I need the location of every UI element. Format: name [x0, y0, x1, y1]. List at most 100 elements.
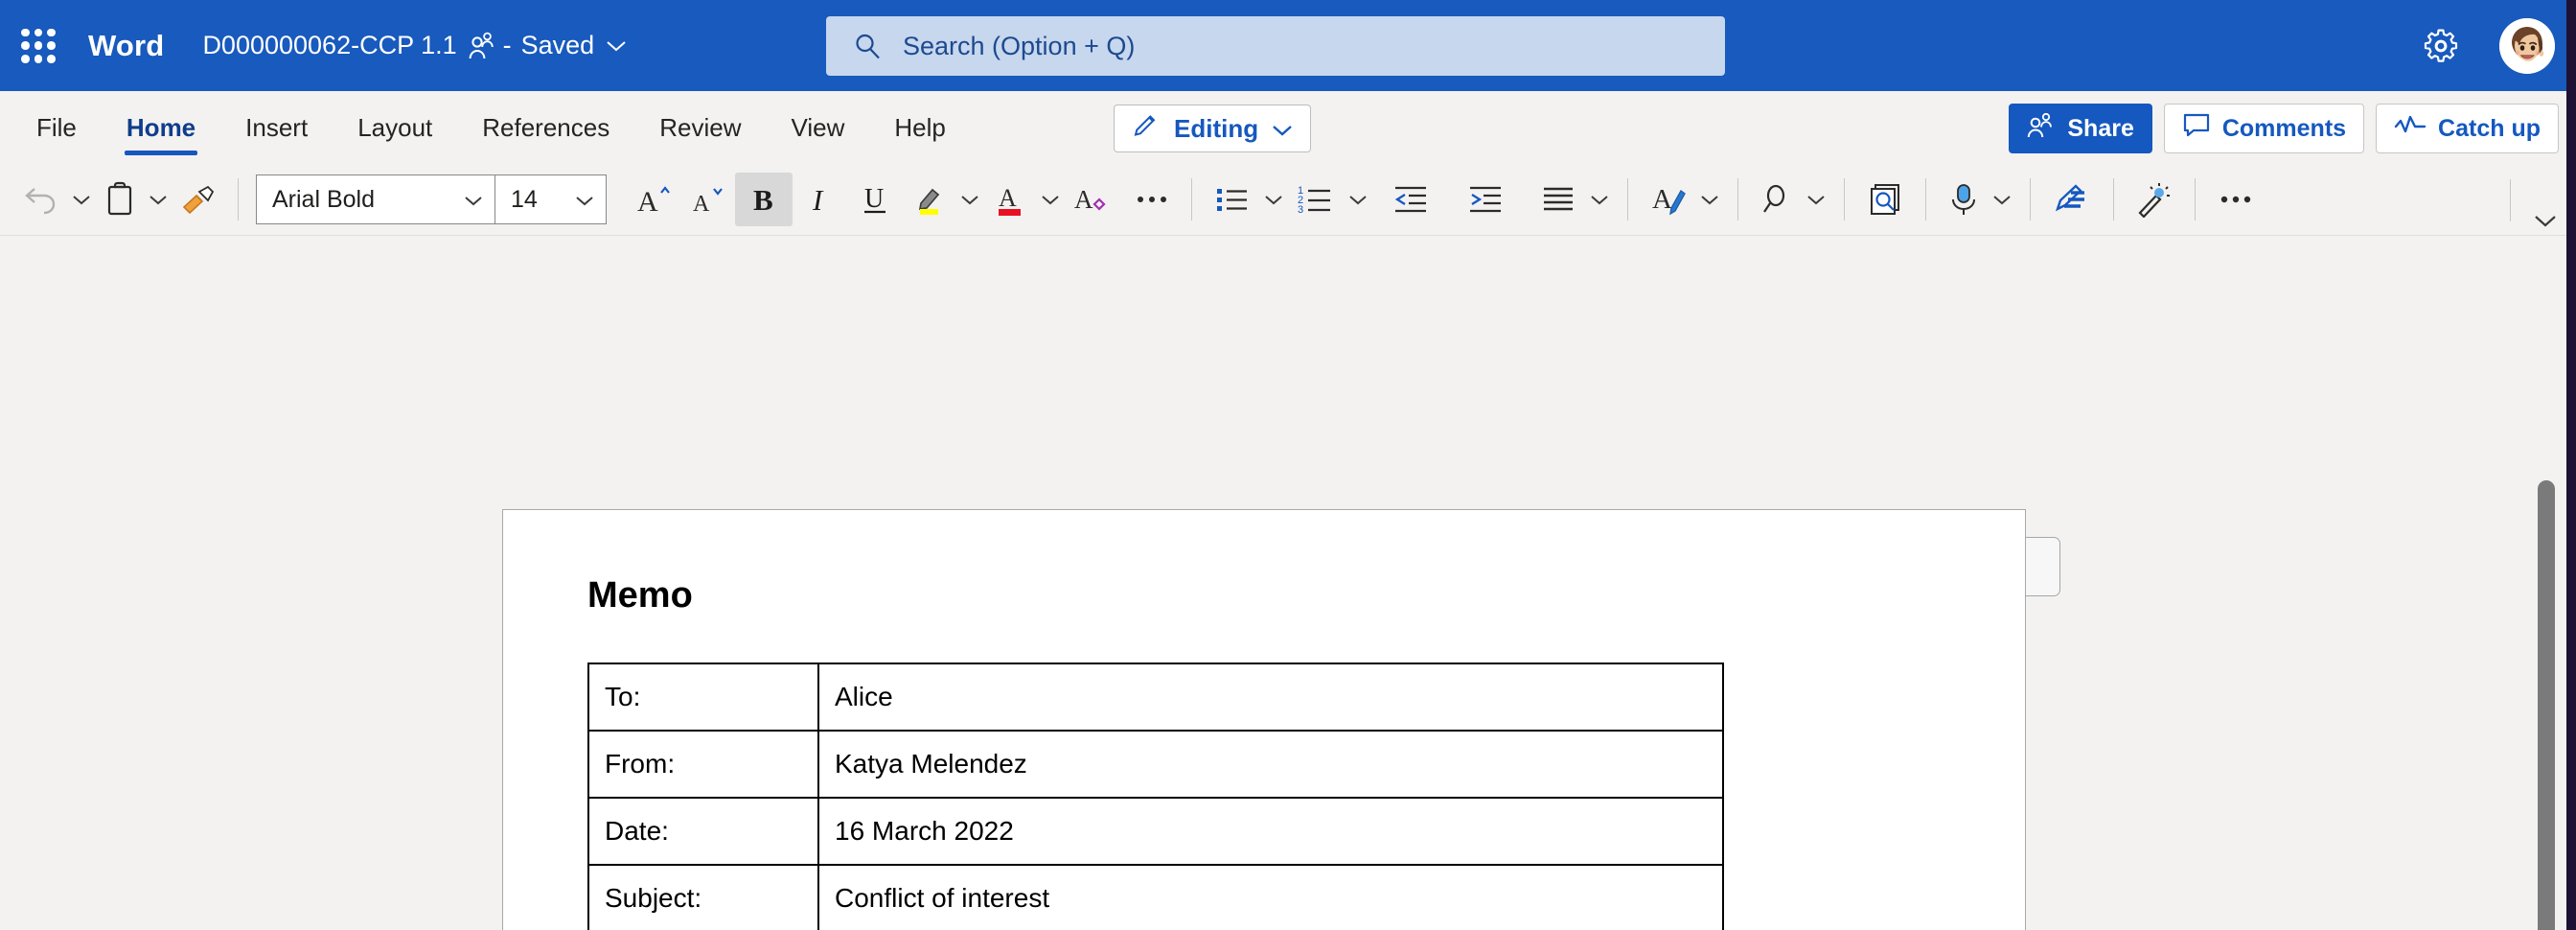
- table-row[interactable]: Date: 16 March 2022: [587, 797, 1724, 866]
- align-icon[interactable]: [1531, 173, 1585, 226]
- search-input[interactable]: Search (Option + Q): [826, 16, 1725, 76]
- editing-label: Editing: [1174, 113, 1259, 143]
- document-title-menu[interactable]: D000000062-CCP 1.1 - Saved: [202, 31, 627, 60]
- table-cell-label[interactable]: To:: [587, 663, 819, 732]
- toolbar-divider: [1627, 178, 1628, 221]
- grow-font-icon[interactable]: A: [628, 173, 681, 226]
- numbered-list-icon[interactable]: 1 2 3: [1288, 173, 1344, 226]
- tab-layout[interactable]: Layout: [333, 91, 457, 164]
- ribbon-right-actions: Share Comments Catch up: [2009, 104, 2559, 153]
- tab-label: View: [791, 112, 845, 142]
- svg-text:A: A: [637, 186, 658, 217]
- font-size-select[interactable]: 14: [494, 175, 606, 223]
- bold-icon[interactable]: B: [735, 173, 793, 226]
- document-canvas[interactable]: Memo To: Alice From: Katya Melendez Date…: [0, 236, 2576, 930]
- table-cell-value[interactable]: Conflict of interest: [817, 864, 1724, 930]
- editing-mode-button[interactable]: Editing: [1114, 105, 1312, 152]
- person-shared-icon: [469, 32, 494, 60]
- tab-label: References: [482, 112, 610, 142]
- underline-icon[interactable]: U: [848, 173, 904, 226]
- tab-insert[interactable]: Insert: [220, 91, 333, 164]
- font-color-icon[interactable]: A: [984, 173, 1036, 226]
- share-button[interactable]: Share: [2009, 104, 2152, 153]
- table-cell-label[interactable]: Date:: [587, 797, 819, 866]
- user-avatar[interactable]: [2499, 17, 2555, 74]
- activity-line-icon: [2394, 113, 2426, 145]
- toolbar-overflow-icon[interactable]: [2209, 173, 2263, 226]
- ribbon-tab-bar: File Home Insert Layout References Revie…: [0, 91, 2576, 164]
- tab-review[interactable]: Review: [634, 91, 766, 164]
- collapse-ribbon-chevron-icon[interactable]: [2524, 164, 2566, 236]
- chevron-down-icon[interactable]: [606, 39, 627, 53]
- bullet-list-icon[interactable]: [1206, 173, 1259, 226]
- text-highlight-icon[interactable]: [904, 173, 955, 226]
- table-row[interactable]: From: Katya Melendez: [587, 730, 1724, 799]
- microphone-icon[interactable]: [1940, 173, 1988, 226]
- app-launcher-icon[interactable]: [10, 17, 67, 75]
- toolbar-divider: [1737, 178, 1738, 221]
- tab-file[interactable]: File: [12, 91, 102, 164]
- scrollbar-thumb[interactable]: [2538, 480, 2555, 930]
- find-dropdown-chevron-icon[interactable]: [1802, 173, 1830, 226]
- table-cell-value[interactable]: Alice: [817, 663, 1724, 732]
- share-label: Share: [2067, 114, 2134, 142]
- highlight-dropdown-chevron-icon[interactable]: [955, 173, 984, 226]
- more-font-options-icon[interactable]: [1126, 173, 1178, 226]
- gear-icon[interactable]: [2417, 22, 2465, 70]
- increase-indent-icon[interactable]: [1457, 173, 1512, 226]
- paste-clipboard-icon[interactable]: [96, 173, 144, 226]
- svg-text:A: A: [693, 192, 710, 217]
- font-color-dropdown-chevron-icon[interactable]: [1036, 173, 1065, 226]
- clear-formatting-icon[interactable]: A: [1065, 173, 1118, 226]
- font-name-select[interactable]: Arial Bold: [257, 175, 494, 223]
- table-row[interactable]: Subject: Conflict of interest: [587, 864, 1724, 930]
- format-painter-icon[interactable]: [172, 173, 224, 226]
- table-row[interactable]: To: Alice: [587, 663, 1724, 732]
- decrease-indent-icon[interactable]: [1382, 173, 1438, 226]
- undo-icon[interactable]: [13, 173, 67, 226]
- table-cell-label[interactable]: Subject:: [587, 864, 819, 930]
- tab-view[interactable]: View: [766, 91, 869, 164]
- table-cell-label[interactable]: From:: [587, 730, 819, 799]
- catch-up-button[interactable]: Catch up: [2376, 104, 2559, 153]
- styles-dropdown-chevron-icon[interactable]: [1695, 173, 1724, 226]
- catch-up-label: Catch up: [2438, 114, 2541, 142]
- tab-home[interactable]: Home: [102, 91, 220, 164]
- paste-dropdown-chevron-icon[interactable]: [144, 173, 172, 226]
- document-body[interactable]: Memo To: Alice From: Katya Melendez Date…: [503, 510, 2025, 930]
- undo-dropdown-chevron-icon[interactable]: [67, 173, 96, 226]
- svg-text:B: B: [753, 183, 773, 217]
- table-cell-value[interactable]: 16 March 2022: [817, 797, 1724, 866]
- dictate-dropdown-chevron-icon[interactable]: [1988, 173, 2016, 226]
- find-icon[interactable]: [1752, 173, 1802, 226]
- ribbon-tabs: File Home Insert Layout References Revie…: [0, 91, 971, 164]
- formatting-toolbar: Arial Bold 14 A A B I U A A 1 2 3 A: [0, 164, 2576, 236]
- italic-icon[interactable]: I: [793, 173, 848, 226]
- tab-references[interactable]: References: [457, 91, 634, 164]
- markup-pane-handle[interactable]: [2026, 537, 2060, 596]
- tab-label: Review: [659, 112, 742, 142]
- toolbar-divider: [1191, 178, 1192, 221]
- toolbar-divider: [2195, 178, 2196, 221]
- editor-icon[interactable]: [2044, 173, 2100, 226]
- vertical-scrollbar[interactable]: [2538, 471, 2555, 930]
- comments-button[interactable]: Comments: [2163, 104, 2365, 153]
- title-bar: Word D000000062-CCP 1.1 - Saved Search (…: [0, 0, 2576, 91]
- word-online-window: Word D000000062-CCP 1.1 - Saved Search (…: [0, 0, 2576, 930]
- magic-wand-icon[interactable]: [2128, 173, 2181, 226]
- table-cell-value[interactable]: Katya Melendez: [817, 730, 1724, 799]
- svg-text:A: A: [1652, 184, 1672, 215]
- styles-icon[interactable]: A: [1642, 173, 1695, 226]
- numbering-dropdown-chevron-icon[interactable]: [1344, 173, 1372, 226]
- bullets-dropdown-chevron-icon[interactable]: [1259, 173, 1288, 226]
- toolbar-divider: [2030, 178, 2031, 221]
- svg-text:A: A: [999, 184, 1017, 212]
- shrink-font-icon[interactable]: A: [681, 173, 735, 226]
- document-page[interactable]: Memo To: Alice From: Katya Melendez Date…: [502, 509, 2026, 930]
- align-dropdown-chevron-icon[interactable]: [1585, 173, 1614, 226]
- toolbar-divider: [2510, 178, 2511, 221]
- svg-text:A: A: [1074, 185, 1093, 214]
- tab-help[interactable]: Help: [869, 91, 970, 164]
- svg-text:U: U: [864, 184, 884, 214]
- immersive-reader-icon[interactable]: [1858, 173, 1912, 226]
